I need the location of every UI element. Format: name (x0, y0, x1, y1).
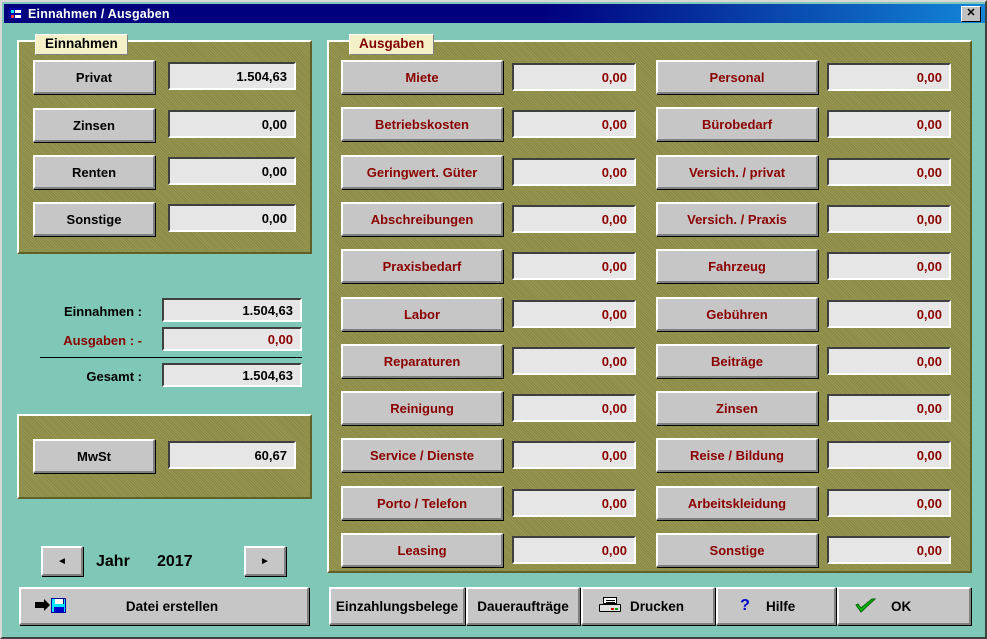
vat-button-mwst[interactable]: MwSt (33, 439, 155, 473)
expense-button-left-geringwert-gueter[interactable]: Geringwert. Güter (341, 155, 503, 189)
expense-button-left-leasing[interactable]: Leasing (341, 533, 503, 567)
expense-button-right-versich-privat[interactable]: Versich. / privat (656, 155, 818, 189)
income-value-sonstige[interactable]: 0,00 (168, 204, 296, 232)
expense-button-right-buerobedarf[interactable]: Bürobedarf (656, 107, 818, 141)
income-button-privat[interactable]: Privat (33, 60, 155, 94)
expense-value-left-miete[interactable]: 0,00 (512, 63, 636, 91)
close-icon: ✕ (966, 7, 976, 19)
title-bar: Einnahmen / Ausgaben ✕ (4, 4, 985, 23)
expense-button-right-versich-praxis[interactable]: Versich. / Praxis (656, 202, 818, 236)
income-row: Renten 0,00 (33, 155, 297, 191)
expense-value-right-buerobedarf[interactable]: 0,00 (827, 110, 951, 138)
chevron-left-icon: ◄ (57, 555, 67, 567)
print-button[interactable]: Drucken (581, 587, 715, 625)
expense-button-right-gebuehren[interactable]: Gebühren (656, 297, 818, 331)
help-label: Hilfe (766, 598, 796, 614)
create-file-button[interactable]: Datei erstellen (19, 587, 309, 625)
deposit-slips-button[interactable]: Einzahlungsbelege (329, 587, 465, 625)
expense-button-right-reise-bildung[interactable]: Reise / Bildung (656, 438, 818, 472)
year-value: 2017 (157, 553, 193, 570)
summary-value-expenses: 0,00 (162, 327, 302, 351)
summary-divider (40, 357, 302, 358)
expense-button-left-miete[interactable]: Miete (341, 60, 503, 94)
expense-button-left-reinigung[interactable]: Reinigung (341, 391, 503, 425)
year-label: Jahr (96, 553, 130, 570)
checkmark-icon (855, 598, 877, 614)
expense-value-right-zinsen[interactable]: 0,00 (827, 394, 951, 422)
expense-value-right-arbeitskleidung[interactable]: 0,00 (827, 489, 951, 517)
expense-value-left-reinigung[interactable]: 0,00 (512, 394, 636, 422)
expense-value-right-fahrzeug[interactable]: 0,00 (827, 252, 951, 280)
expense-button-left-service-dienste[interactable]: Service / Dienste (341, 438, 503, 472)
expense-button-right-arbeitskleidung[interactable]: Arbeitskleidung (656, 486, 818, 520)
vat-row: MwSt 60,67 (33, 439, 297, 475)
income-button-sonstige[interactable]: Sonstige (33, 202, 155, 236)
expense-value-right-versich-praxis[interactable]: 0,00 (827, 205, 951, 233)
application-window: Einnahmen / Ausgaben ✕ Einnahmen Privat … (0, 0, 987, 639)
expense-button-left-labor[interactable]: Labor (341, 297, 503, 331)
expense-value-right-reise-bildung[interactable]: 0,00 (827, 441, 951, 469)
expense-value-left-geringwert-gueter[interactable]: 0,00 (512, 158, 636, 186)
income-value-renten[interactable]: 0,00 (168, 157, 296, 185)
expense-value-right-sonstige[interactable]: 0,00 (827, 536, 951, 564)
expense-value-right-beitraege[interactable]: 0,00 (827, 347, 951, 375)
year-prev-button[interactable]: ◄ (41, 546, 83, 576)
income-button-zinsen[interactable]: Zinsen (33, 108, 155, 142)
ok-button[interactable]: OK (837, 587, 971, 625)
window-title: Einnahmen / Ausgaben (28, 6, 170, 21)
expense-value-left-praxisbedarf[interactable]: 0,00 (512, 252, 636, 280)
expense-value-left-porto-telefon[interactable]: 0,00 (512, 489, 636, 517)
expense-button-left-abschreibungen[interactable]: Abschreibungen (341, 202, 503, 236)
income-row: Sonstige 0,00 (33, 202, 297, 238)
expense-button-left-betriebskosten[interactable]: Betriebskosten (341, 107, 503, 141)
print-label: Drucken (630, 598, 685, 614)
ok-label: OK (891, 598, 912, 614)
expense-value-right-gebuehren[interactable]: 0,00 (827, 300, 951, 328)
save-to-file-icon (35, 597, 66, 615)
expense-value-left-abschreibungen[interactable]: 0,00 (512, 205, 636, 233)
expense-button-right-beitraege[interactable]: Beiträge (656, 344, 818, 378)
expense-value-left-reparaturen[interactable]: 0,00 (512, 347, 636, 375)
summary-value-income: 1.504,63 (162, 298, 302, 322)
expense-button-right-sonstige[interactable]: Sonstige (656, 533, 818, 567)
create-file-label: Datei erstellen (125, 598, 219, 614)
income-value-privat[interactable]: 1.504,63 (168, 62, 296, 90)
expense-button-left-praxisbedarf[interactable]: Praxisbedarf (341, 249, 503, 283)
help-button[interactable]: ? Hilfe (716, 587, 836, 625)
deposit-slips-label: Einzahlungsbelege (335, 598, 459, 614)
expense-button-right-personal[interactable]: Personal (656, 60, 818, 94)
summary-value-total: 1.504,63 (162, 363, 302, 387)
income-value-zinsen[interactable]: 0,00 (168, 110, 296, 138)
expense-value-left-leasing[interactable]: 0,00 (512, 536, 636, 564)
expense-value-left-service-dienste[interactable]: 0,00 (512, 441, 636, 469)
expense-button-right-fahrzeug[interactable]: Fahrzeug (656, 249, 818, 283)
close-button[interactable]: ✕ (961, 5, 981, 22)
expenses-group-caption: Ausgaben (349, 34, 435, 55)
income-button-renten[interactable]: Renten (33, 155, 155, 189)
summary-label-total: Gesamt : (86, 369, 142, 384)
year-next-button[interactable]: ► (244, 546, 286, 576)
expense-value-right-versich-privat[interactable]: 0,00 (827, 158, 951, 186)
list-window-icon (8, 7, 23, 20)
vat-value-mwst[interactable]: 60,67 (168, 441, 296, 469)
printer-icon (599, 597, 621, 615)
income-row: Privat 1.504,63 (33, 60, 297, 96)
summary-label-income: Einnahmen : (63, 304, 142, 319)
income-group-caption: Einnahmen (35, 34, 128, 55)
expense-value-left-labor[interactable]: 0,00 (512, 300, 636, 328)
standing-orders-label: Daueraufträge (477, 598, 569, 614)
expense-button-left-porto-telefon[interactable]: Porto / Telefon (341, 486, 503, 520)
expense-value-right-personal[interactable]: 0,00 (827, 63, 951, 91)
chevron-right-icon: ► (260, 555, 270, 567)
expense-value-left-betriebskosten[interactable]: 0,00 (512, 110, 636, 138)
standing-orders-button[interactable]: Daueraufträge (466, 587, 580, 625)
summary-label-expenses: Ausgaben : - (63, 333, 142, 348)
expense-button-right-zinsen[interactable]: Zinsen (656, 391, 818, 425)
question-mark-icon: ? (740, 597, 750, 614)
expense-button-left-reparaturen[interactable]: Reparaturen (341, 344, 503, 378)
income-row: Zinsen 0,00 (33, 108, 297, 144)
